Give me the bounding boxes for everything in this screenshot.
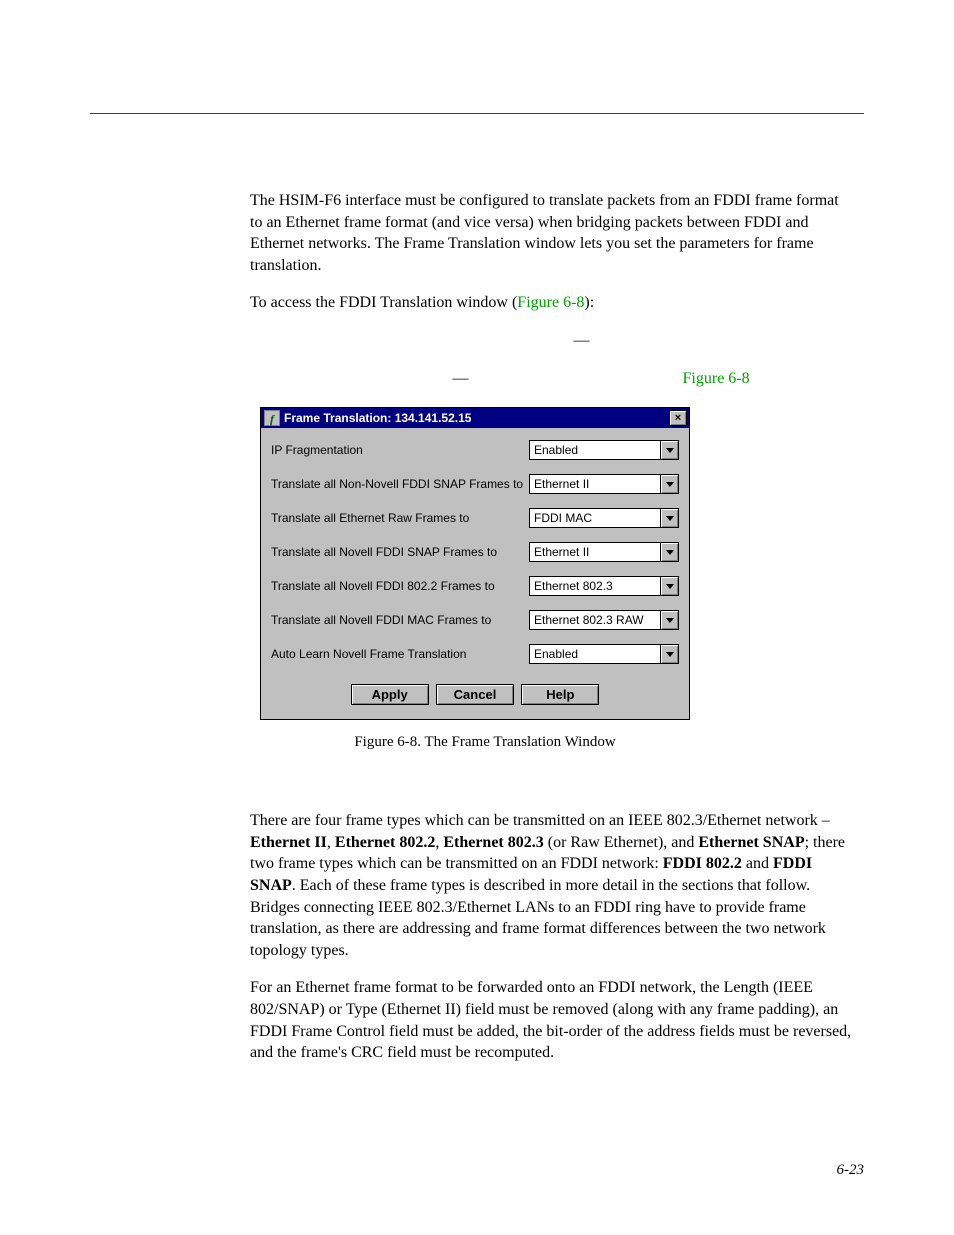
label-novell-8022: Translate all Novell FDDI 802.2 Frames t… (271, 579, 529, 593)
row-novell-snap: Translate all Novell FDDI SNAP Frames to… (271, 542, 679, 562)
p2-b5: FDDI 802.2 (663, 855, 742, 872)
cancel-button[interactable]: Cancel (436, 684, 514, 705)
row-ip-fragmentation: IP Fragmentation Enabled (271, 440, 679, 460)
p2-b1: Ethernet II (250, 834, 327, 851)
figure-6-8: f Frame Translation: 134.141.52.15 × IP … (260, 407, 854, 751)
dropdown-button[interactable] (660, 508, 679, 528)
combo-ip-fragmentation[interactable]: Enabled (529, 440, 679, 460)
intro-paragraph-1: The HSIM-F6 interface must be configured… (250, 190, 854, 276)
combo-ethernet-raw[interactable]: FDDI MAC (529, 508, 679, 528)
app-icon: f (264, 410, 280, 426)
step-2-c: . The Frame Translation window, (467, 370, 683, 387)
p2-b4: Ethernet SNAP (698, 834, 804, 851)
sub-heading: Frame Translation Type Options Defined (250, 779, 854, 800)
page-number: 6-23 (837, 1162, 865, 1179)
p2-b2: Ethernet 802.2 (335, 834, 435, 851)
combo-value: FDDI MAC (529, 508, 660, 528)
close-icon: × (675, 412, 681, 424)
label-novell-snap: Translate all Novell FDDI SNAP Frames to (271, 545, 529, 559)
dialog-body: IP Fragmentation Enabled Translate all N… (261, 428, 689, 719)
label-auto-learn: Auto Learn Novell Frame Translation (271, 647, 529, 661)
step-2-d: , will appear. (750, 370, 833, 387)
chevron-down-icon (666, 652, 674, 657)
figure-caption: Figure 6-8. The Frame Translation Window (270, 734, 700, 751)
button-row: Apply Cancel Help (271, 678, 679, 709)
combo-novell-mac[interactable]: Ethernet 802.3 RAW (529, 610, 679, 630)
combo-value: Ethernet II (529, 542, 660, 562)
running-head: Configuring the Frame Translation Settin… (90, 90, 864, 107)
row-novell-mac: Translate all Novell FDDI MAC Frames to … (271, 610, 679, 630)
row-auto-learn: Auto Learn Novell Frame Translation Enab… (271, 644, 679, 664)
chevron-down-icon (666, 516, 674, 521)
chevron-down-icon (666, 584, 674, 589)
combo-value: Ethernet 802.3 RAW (529, 610, 660, 630)
close-button[interactable]: × (669, 410, 687, 426)
step-2: 2. Click on Frame Translation—. The Fram… (250, 368, 854, 390)
combo-novell-snap[interactable]: Ethernet II (529, 542, 679, 562)
chevron-down-icon (666, 618, 674, 623)
row-non-novell-snap: Translate all Non-Novell FDDI SNAP Frame… (271, 474, 679, 494)
row-novell-8022: Translate all Novell FDDI 802.2 Frames t… (271, 576, 679, 596)
frame-translation-dialog: f Frame Translation: 134.141.52.15 × IP … (260, 407, 690, 720)
intro2-post: ): (584, 294, 594, 311)
p2-a: There are four frame types which can be … (250, 812, 830, 829)
intro-paragraph-2: To access the FDDI Translation window (F… (250, 292, 854, 314)
step-1-b: FDDI (534, 332, 573, 349)
combo-value: Enabled (529, 440, 660, 460)
forwarding-paragraph: For an Ethernet frame format to be forwa… (250, 977, 854, 1063)
dropdown-button[interactable] (660, 542, 679, 562)
page: Configuring the Frame Translation Settin… (0, 0, 954, 1235)
dropdown-button[interactable] (660, 644, 679, 664)
top-rule (90, 113, 864, 114)
combo-auto-learn[interactable]: Enabled (529, 644, 679, 664)
step-1: 1. In the Chassis View window, click on … (250, 330, 854, 352)
combo-value: Enabled (529, 644, 660, 664)
section-heading: Configuring the Frame Translation Settin… (250, 150, 854, 176)
label-novell-mac: Translate all Novell FDDI MAC Frames to (271, 613, 529, 627)
step-2-a: 2. Click on (250, 370, 325, 387)
apply-button[interactable]: Apply (351, 684, 429, 705)
combo-non-novell-snap[interactable]: Ethernet II (529, 474, 679, 494)
step-1-c: port of interest. A menu will appear. (587, 332, 821, 349)
p2-c6: . Each of these frame types is described… (250, 877, 826, 959)
p2-c5: and (742, 855, 773, 872)
label-non-novell-snap: Translate all Non-Novell FDDI SNAP Frame… (271, 477, 529, 491)
chevron-down-icon (666, 550, 674, 555)
combo-value: Ethernet 802.3 (529, 576, 660, 596)
chevron-down-icon (666, 448, 674, 453)
dialog-title: Frame Translation: 134.141.52.15 (284, 411, 669, 425)
step-1-a: 1. In the Chassis View window, click on … (250, 332, 534, 349)
figure-link[interactable]: Figure 6-8 (517, 294, 584, 311)
intro2-pre: To access the FDDI Translation window ( (250, 294, 517, 311)
step-dash-icon: — (453, 368, 467, 390)
content-column: Configuring the Frame Translation Settin… (250, 150, 854, 1064)
dropdown-button[interactable] (660, 610, 679, 630)
row-ethernet-raw: Translate all Ethernet Raw Frames to FDD… (271, 508, 679, 528)
dropdown-button[interactable] (660, 474, 679, 494)
chevron-down-icon (666, 482, 674, 487)
p2-c1: , (327, 834, 335, 851)
combo-value: Ethernet II (529, 474, 660, 494)
dropdown-button[interactable] (660, 440, 679, 460)
step-dash-icon: — (573, 330, 587, 352)
dropdown-button[interactable] (660, 576, 679, 596)
frame-types-paragraph: There are four frame types which can be … (250, 810, 854, 961)
label-ethernet-raw: Translate all Ethernet Raw Frames to (271, 511, 529, 525)
p2-c3: (or Raw Ethernet), and (544, 834, 699, 851)
combo-novell-8022[interactable]: Ethernet 802.3 (529, 576, 679, 596)
help-button[interactable]: Help (521, 684, 599, 705)
step-2-link[interactable]: Figure 6-8 (683, 370, 750, 387)
step-2-b: Frame Translation (325, 370, 453, 387)
titlebar: f Frame Translation: 134.141.52.15 × (261, 408, 689, 428)
p2-b3: Ethernet 802.3 (443, 834, 543, 851)
label-ip-fragmentation: IP Fragmentation (271, 443, 529, 457)
